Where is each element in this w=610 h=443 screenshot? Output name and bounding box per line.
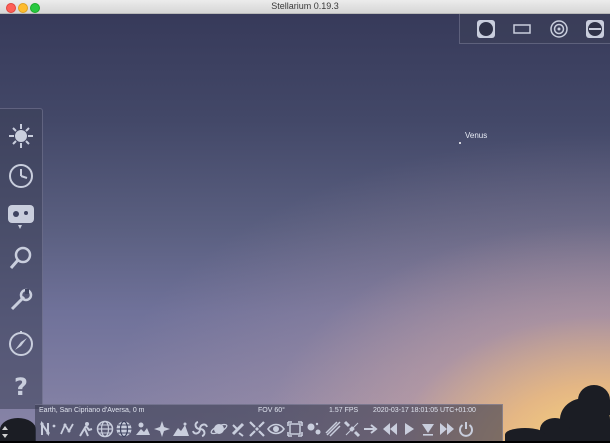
equatorial-mount-icon (231, 422, 245, 437)
satellites-button[interactable] (343, 418, 361, 440)
bottom-toolbar (39, 418, 475, 440)
hide-toolbar-button[interactable] (362, 418, 380, 440)
equatorial-mount-button[interactable] (229, 418, 247, 440)
window-title: Stellarium 0.19.3 (271, 1, 339, 11)
night-mode-button[interactable] (267, 418, 285, 440)
now-button[interactable] (419, 418, 437, 440)
meteor-showers-button[interactable] (324, 418, 342, 440)
bottom-bar: Earth, San Cipriano d'Aversa, 0 m FOV 60… (35, 404, 503, 441)
ground-button[interactable] (134, 418, 152, 440)
exoplanets-icon (307, 422, 321, 435)
quit-icon (459, 422, 473, 437)
night-mode-icon (267, 423, 285, 435)
configuration-button[interactable] (6, 285, 36, 315)
help-icon: ? (14, 373, 28, 399)
window-resize-handle[interactable] (2, 425, 8, 438)
center-object-button[interactable] (248, 418, 266, 440)
cardinal-points-icon (154, 421, 170, 437)
sky-and-viewing-options-icon (9, 124, 33, 148)
normal-time-icon (405, 423, 414, 435)
meteor-showers-icon (325, 421, 341, 437)
constellation-art-button[interactable] (77, 418, 95, 440)
constellation-lines-button[interactable] (39, 418, 57, 440)
ground-icon (136, 422, 150, 435)
cardinal-points-button[interactable] (153, 418, 171, 440)
constellation-labels-icon (60, 423, 74, 435)
constellation-lines-icon (40, 421, 56, 437)
sky-viewing-options-button[interactable] (6, 121, 36, 151)
planet-labels-icon (210, 423, 228, 435)
atmosphere-icon (173, 422, 189, 436)
date-time-button[interactable] (6, 161, 36, 191)
equatorial-grid-button[interactable] (96, 418, 114, 440)
oculars-config-icon (586, 20, 604, 38)
landscape-tree (578, 385, 610, 415)
fov-status: FOV 60° (258, 407, 285, 414)
ocular-view-icon (477, 20, 495, 38)
increase-time-speed-icon (440, 423, 454, 435)
window-title-bar: Stellarium 0.19.3 (0, 0, 610, 14)
equatorial-grid-icon (96, 420, 114, 438)
compass-marks-icon (9, 331, 33, 356)
azimuthal-grid-button[interactable] (115, 418, 133, 440)
date-time-icon (9, 164, 33, 188)
fullscreen-button[interactable] (286, 418, 304, 440)
telrad-button[interactable] (548, 18, 570, 40)
compass-marks-button[interactable] (6, 329, 36, 359)
resize-arrows-icon (2, 426, 8, 438)
fullscreen-icon (287, 421, 303, 437)
azimuthal-grid-icon (116, 420, 132, 438)
venus-label: Venus (465, 131, 488, 140)
venus-object[interactable] (459, 142, 461, 144)
location-button[interactable] (6, 201, 36, 231)
datetime-status: 2020-03-17 18:01:05 UTC+01:00 (373, 407, 476, 414)
oculars-config-button[interactable] (584, 18, 606, 40)
planet-labels-button[interactable] (210, 418, 228, 440)
sky-view[interactable] (0, 14, 610, 441)
left-panel: ? (0, 108, 43, 409)
landscape-tree (505, 428, 545, 441)
oculars-panel (459, 14, 610, 44)
exoplanets-button[interactable] (305, 418, 323, 440)
center-object-icon (249, 421, 265, 437)
configuration-icon (10, 288, 33, 311)
atmosphere-button[interactable] (172, 418, 190, 440)
increase-time-speed-button[interactable] (438, 418, 456, 440)
search-button[interactable] (6, 243, 36, 273)
ocular-view-button[interactable] (475, 18, 497, 40)
arrow-right-icon (364, 424, 378, 434)
normal-time-button[interactable] (400, 418, 418, 440)
constellation-art-icon (79, 422, 93, 437)
sensor-frame-icon (513, 24, 531, 34)
location-icon (8, 205, 34, 229)
deep-sky-objects-button[interactable] (191, 418, 209, 440)
decrease-time-speed-icon (383, 423, 397, 435)
constellation-labels-button[interactable] (58, 418, 76, 440)
now-icon (422, 424, 434, 436)
fps-status: 1.57 FPS (329, 407, 359, 414)
search-icon (9, 246, 32, 269)
help-button[interactable]: ? (6, 371, 36, 401)
location-status: Earth, San Cipriano d'Aversa, 0 m (39, 407, 145, 414)
decrease-time-speed-button[interactable] (381, 418, 399, 440)
quit-button[interactable] (457, 418, 475, 440)
sensor-frame-button[interactable] (511, 18, 533, 40)
telrad-icon (550, 20, 568, 38)
deep-sky-objects-icon (192, 421, 208, 437)
svg-text:?: ? (14, 373, 28, 399)
satellites-icon (343, 420, 361, 438)
